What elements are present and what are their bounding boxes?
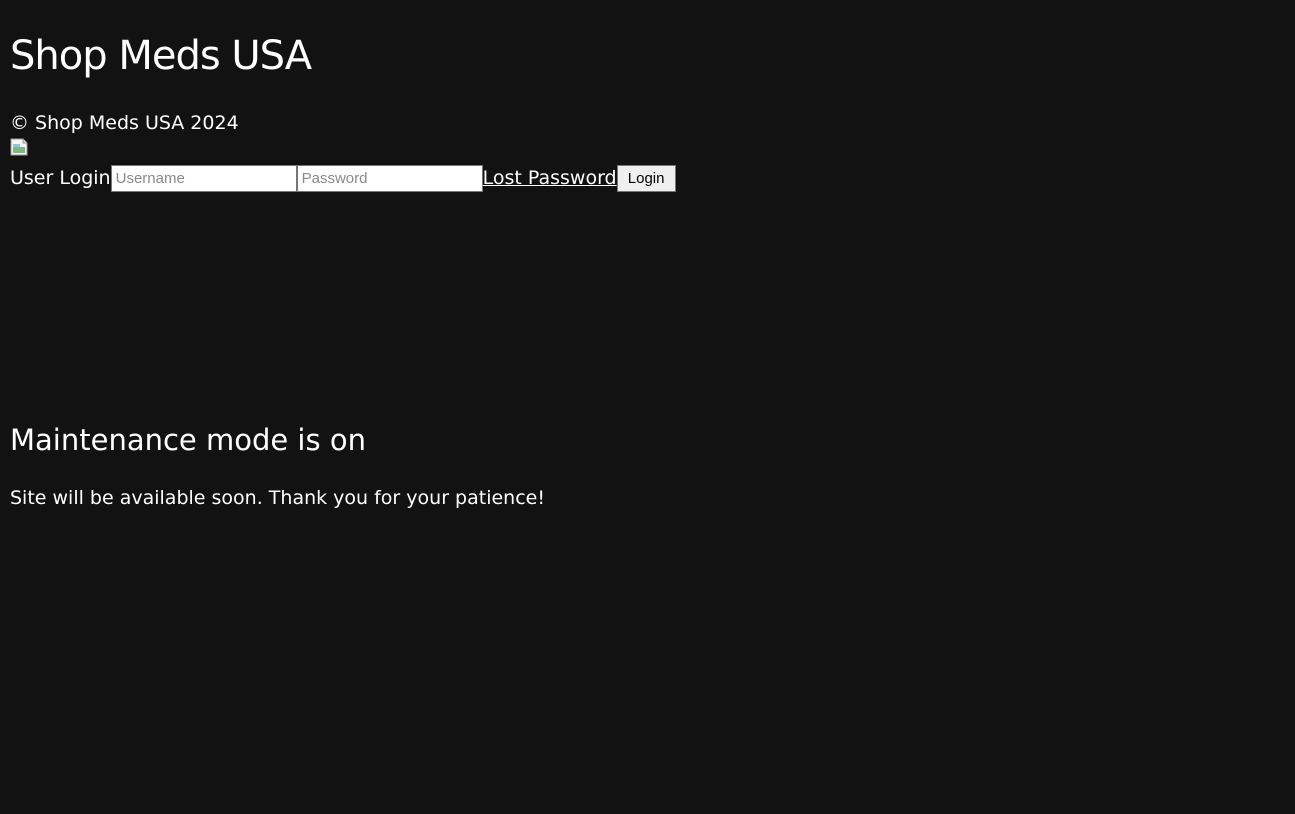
username-input[interactable] [110, 164, 297, 192]
maintenance-message: Site will be available soon. Thank you f… [10, 487, 545, 509]
login-button[interactable]: Login [616, 164, 676, 192]
broken-image-icon [10, 138, 28, 156]
site-title: Shop Meds USA [10, 33, 312, 79]
maintenance-heading: Maintenance mode is on [10, 423, 366, 457]
login-form: User Login Lost Password Login [10, 164, 676, 192]
copyright-text: © Shop Meds USA 2024 [10, 112, 239, 134]
lost-password-link[interactable]: Lost Password [483, 165, 617, 191]
user-login-label: User Login [10, 167, 111, 189]
password-input[interactable] [296, 164, 483, 192]
